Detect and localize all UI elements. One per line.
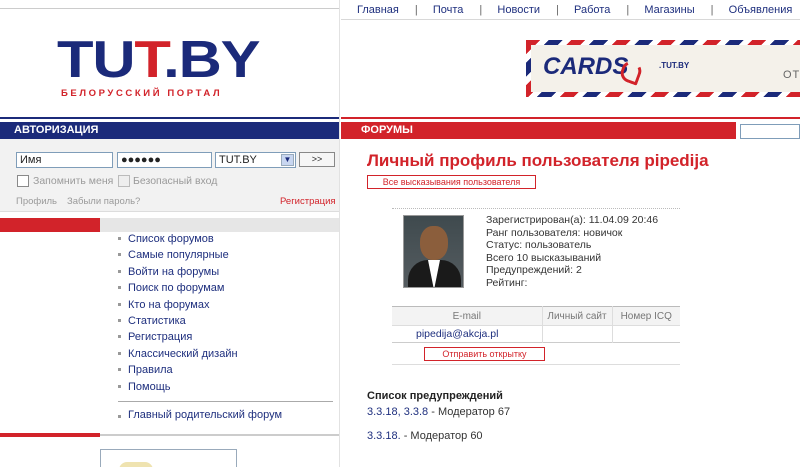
username-input[interactable] [16,152,113,168]
all-posts-button[interactable]: Все высказывания пользователя [367,175,536,189]
warning-line-1: 3.3.18, 3.3.8 - Модератор 67 [367,406,510,418]
remember-label: Запомнить меня [33,175,114,187]
forum-menu: Список форумов Самые популярные Войти на… [118,231,238,395]
login-panel: TUT.BY ▼ >> Запомнить меня Безопасный вх… [0,139,339,211]
chevron-down-icon[interactable]: ▼ [281,154,294,166]
nav-item-news[interactable]: Новости [479,4,557,16]
menu-item-help[interactable]: Помощь [118,379,238,395]
menu-item-main-parent-forum[interactable]: Главный родительский форум [118,409,282,421]
auth-header: АВТОРИЗАЦИЯ [0,122,339,139]
remember-checkbox[interactable] [17,175,29,187]
warnings-title: Список предупреждений [367,390,503,402]
warning-line-2: 3.3.18. - Модератор 60 [367,430,483,442]
contact-email[interactable]: pipedija@akcja.pl [392,325,542,343]
banner-cards-text: CARDS [543,53,629,80]
nav-item-ads[interactable]: Объявления [711,4,800,16]
domain-select-value: TUT.BY [219,154,257,166]
cards-banner[interactable]: CARDS .TUT.BY ОТ [526,40,800,97]
domain-select[interactable]: TUT.BY ▼ [215,152,296,168]
menu-item-who-online[interactable]: Кто на форумах [118,297,238,313]
password-input[interactable] [117,152,212,168]
top-navigation: Главная Почта Новости Работа Магазины Об… [340,0,800,20]
forgot-password-link[interactable]: Забыли пароль? [67,196,140,207]
logo-wordmark: TUT.BY [57,31,261,89]
contacts-header-email: E-mail [392,306,542,326]
logo-tagline: БЕЛОРУССКИЙ ПОРТАЛ [61,88,223,99]
banner-tail-text: ОТ [783,69,800,81]
left-bottom-grey-bar [100,434,339,436]
menu-item-classic-design[interactable]: Классический дизайн [118,346,238,362]
menu-item-registration[interactable]: Регистрация [118,329,238,345]
warning-2-text: - Модератор 60 [400,430,483,442]
info-registered: Зарегистрирован(а): 11.04.09 20:46 [486,214,659,226]
left-grey-ribbon [100,218,339,232]
contacts-header-icq: Номер ICQ [611,306,680,326]
left-red-tab [0,218,100,232]
contacts-header-site: Личный сайт [541,306,612,326]
left-bottom-red-bar [0,433,100,437]
menu-item-rules[interactable]: Правила [118,362,238,378]
profile-info: Зарегистрирован(а): 11.04.09 20:46 Ранг … [486,214,658,289]
nav-item-jobs[interactable]: Работа [556,4,627,16]
banner-tutby-text: .TUT.BY [659,61,690,70]
warning-1-text: - Модератор 67 [428,406,511,418]
blue-rule [0,117,339,119]
menu-item-popular[interactable]: Самые популярные [118,247,238,263]
promo-box[interactable] [100,449,237,467]
forums-header: ФОРУМЫ [341,122,736,139]
nav-item-mail[interactable]: Почта [415,4,481,16]
login-submit-button[interactable]: >> [299,152,335,167]
register-link[interactable]: Регистрация [280,196,336,207]
forum-search-input[interactable] [740,124,800,139]
divider [0,211,339,212]
warning-2-links[interactable]: 3.3.18. [367,430,401,442]
contact-site [541,325,612,343]
secure-login-checkbox[interactable] [118,175,130,187]
site-logo[interactable]: TUT.BY БЕЛОРУССКИЙ ПОРТАЛ [57,34,287,99]
avatar-face [420,226,448,260]
contacts-table: E-mail Личный сайт Номер ICQ pipedija@ak… [392,306,680,343]
contact-icq [611,325,680,343]
menu-item-forum-list[interactable]: Список форумов [118,231,238,247]
info-warnings: Предупреждений: 2 [486,264,582,276]
warning-1-links[interactable]: 3.3.18, 3.3.8 [367,406,428,418]
profile-link[interactable]: Профиль [16,196,57,207]
nav-item-shops[interactable]: Магазины [626,4,711,16]
column-divider [339,0,341,467]
banner-inner: CARDS .TUT.BY ОТ [531,45,800,92]
send-card-button[interactable]: Отправить открытку [424,347,545,361]
avatar [403,215,464,288]
contacts-divider [392,364,680,365]
info-status: Статус: пользователь [486,239,592,251]
secure-login-label: Безопасный вход [133,175,218,187]
menu-item-login[interactable]: Войти на форумы [118,264,238,280]
menu-item-statistics[interactable]: Статистика [118,313,238,329]
info-rating: Рейтинг: [486,276,528,289]
info-rank: Ранг пользователя: новичок [486,226,623,239]
top-rule [0,8,340,9]
promo-image [119,462,153,467]
red-rule [341,117,800,119]
menu-item-search[interactable]: Поиск по форумам [118,280,238,296]
info-post-count: Всего 10 высказываний [486,251,602,264]
page-title: Личный профиль пользователя pipedija [367,151,709,170]
menu-divider [118,401,333,402]
nav-item-home[interactable]: Главная [340,4,416,16]
